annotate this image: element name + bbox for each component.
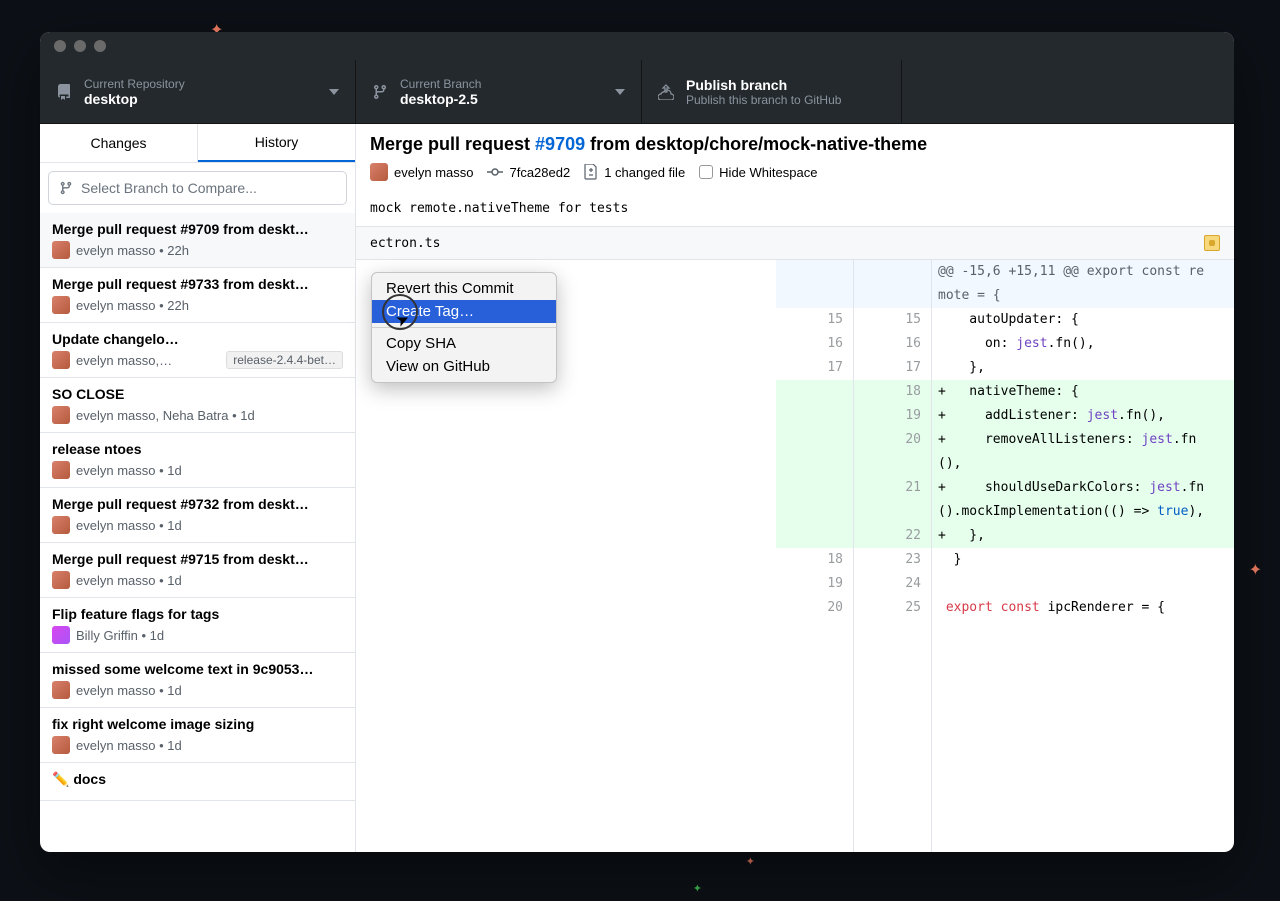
commit-item-title: fix right welcome image sizing (52, 716, 343, 732)
commit-item[interactable]: missed some welcome text in 9c9053… evely… (40, 653, 355, 708)
changed-file-row[interactable]: ectron.ts (356, 226, 1234, 260)
avatar (52, 626, 70, 644)
avatar (52, 736, 70, 754)
pencil-icon: ✏️ (52, 771, 73, 787)
file-name: ectron.ts (370, 236, 440, 251)
chevron-down-icon (615, 89, 625, 95)
sidebar-tabs: Changes History (40, 124, 355, 163)
tab-history[interactable]: History (198, 124, 355, 162)
sparkle-decoration: ✦ (1249, 560, 1262, 580)
commit-author: evelyn masso (370, 163, 473, 181)
maximize-window-button[interactable] (94, 40, 106, 52)
commit-item-meta: evelyn masso • 22h (52, 296, 343, 314)
menu-separator (372, 327, 556, 328)
avatar (52, 516, 70, 534)
commit-list[interactable]: Merge pull request #9709 from deskt… evel… (40, 213, 355, 852)
commit-item-title: Update changelo… (52, 331, 343, 347)
branch-icon (59, 181, 73, 195)
repo-icon (56, 84, 72, 100)
avatar (52, 241, 70, 259)
modified-badge (1204, 235, 1220, 251)
publish-subtitle: Publish this branch to GitHub (686, 93, 841, 107)
commit-item[interactable]: Merge pull request #9709 from deskt… evel… (40, 213, 355, 268)
commit-header: Merge pull request #9709 from desktop/ch… (356, 124, 1234, 191)
avatar (370, 163, 388, 181)
commit-item-title: Merge pull request #9715 from deskt… (52, 551, 343, 567)
branch-label: Current Branch (400, 77, 481, 91)
commit-item-meta: evelyn masso • 1d (52, 736, 343, 754)
menu-item-revert-this-commit[interactable]: Revert this Commit (372, 277, 556, 300)
branch-compare-placeholder: Select Branch to Compare... (81, 180, 257, 196)
commit-item-title: missed some welcome text in 9c9053… (52, 661, 343, 677)
commit-item[interactable]: Flip feature flags for tags Billy Griffin… (40, 598, 355, 653)
app-window: Current Repository desktop Current Branc… (40, 32, 1234, 852)
menu-item-view-on-github[interactable]: View on GitHub (372, 355, 556, 378)
sparkle-decoration: ✦ (693, 882, 702, 895)
commit-item[interactable]: SO CLOSE evelyn masso, Neha Batra • 1d (40, 378, 355, 433)
chevron-down-icon (329, 89, 339, 95)
minimize-window-button[interactable] (74, 40, 86, 52)
repo-value: desktop (84, 91, 185, 107)
publish-title: Publish branch (686, 77, 841, 93)
commit-item-title: Merge pull request #9732 from deskt… (52, 496, 343, 512)
sparkle-decoration: ✦ (746, 855, 755, 868)
avatar (52, 296, 70, 314)
file-diff-icon (584, 164, 598, 180)
avatar (52, 351, 70, 369)
commit-item-title: Merge pull request #9709 from deskt… (52, 221, 343, 237)
commit-icon (487, 164, 503, 180)
commit-title: Merge pull request #9709 from desktop/ch… (370, 134, 1220, 155)
checkbox[interactable] (699, 165, 713, 179)
commit-item-title: ✏️ docs (52, 771, 343, 788)
commit-item[interactable]: Merge pull request #9733 from deskt… evel… (40, 268, 355, 323)
branch-selector[interactable]: Current Branch desktop-2.5 (356, 60, 642, 123)
commit-item-meta: evelyn masso • 22h (52, 241, 343, 259)
commit-item-meta: evelyn masso, Neha Batra • 1d (52, 406, 343, 424)
repo-label: Current Repository (84, 77, 185, 91)
commit-sha[interactable]: 7fca28ed2 (487, 164, 570, 180)
commit-item-meta: evelyn masso • 1d (52, 516, 343, 534)
branch-icon (372, 84, 388, 100)
avatar (52, 461, 70, 479)
hide-whitespace-toggle[interactable]: Hide Whitespace (699, 165, 817, 180)
tab-changes[interactable]: Changes (40, 124, 198, 162)
menu-item-copy-sha[interactable]: Copy SHA (372, 332, 556, 355)
branch-compare-selector[interactable]: Select Branch to Compare... (48, 171, 347, 205)
close-window-button[interactable] (54, 40, 66, 52)
commit-item[interactable]: Merge pull request #9715 from deskt… evel… (40, 543, 355, 598)
menu-item-create-tag[interactable]: Create Tag… (372, 300, 556, 323)
commit-item-meta: evelyn masso • 1d (52, 571, 343, 589)
commit-item[interactable]: Merge pull request #9732 from deskt… evel… (40, 488, 355, 543)
avatar (52, 406, 70, 424)
commit-item[interactable]: Update changelo… evelyn masso,…release-2.… (40, 323, 355, 378)
pr-link[interactable]: #9709 (535, 134, 585, 154)
publish-branch-button[interactable]: Publish branch Publish this branch to Gi… (642, 60, 902, 123)
context-menu: Revert this CommitCreate Tag… Copy SHAVie… (371, 272, 557, 383)
commit-item[interactable]: fix right welcome image sizing evelyn mas… (40, 708, 355, 763)
commit-item-title: SO CLOSE (52, 386, 343, 402)
commit-item-meta: evelyn masso • 1d (52, 461, 343, 479)
commit-item-meta: evelyn masso,…release-2.4.4-bet… (52, 351, 343, 369)
commit-item-title: Merge pull request #9733 from deskt… (52, 276, 343, 292)
cloud-upload-icon (658, 84, 674, 100)
commit-item-title: release ntoes (52, 441, 343, 457)
branch-value: desktop-2.5 (400, 91, 481, 107)
commit-item-title: Flip feature flags for tags (52, 606, 343, 622)
commit-item-meta: Billy Griffin • 1d (52, 626, 343, 644)
main-content: Merge pull request #9709 from desktop/ch… (356, 124, 1234, 852)
avatar (52, 571, 70, 589)
commit-item[interactable]: ✏️ docs (40, 763, 355, 801)
titlebar (40, 32, 1234, 60)
changed-files: 1 changed file (584, 164, 685, 180)
tag-badge: release-2.4.4-bet… (226, 351, 343, 369)
commit-item-meta: evelyn masso • 1d (52, 681, 343, 699)
toolbar: Current Repository desktop Current Branc… (40, 60, 1234, 124)
commit-item[interactable]: release ntoes evelyn masso • 1d (40, 433, 355, 488)
avatar (52, 681, 70, 699)
repository-selector[interactable]: Current Repository desktop (40, 60, 356, 123)
commit-message-body: mock remote.nativeTheme for tests (356, 191, 1234, 226)
sidebar: Changes History Select Branch to Compare… (40, 124, 356, 852)
